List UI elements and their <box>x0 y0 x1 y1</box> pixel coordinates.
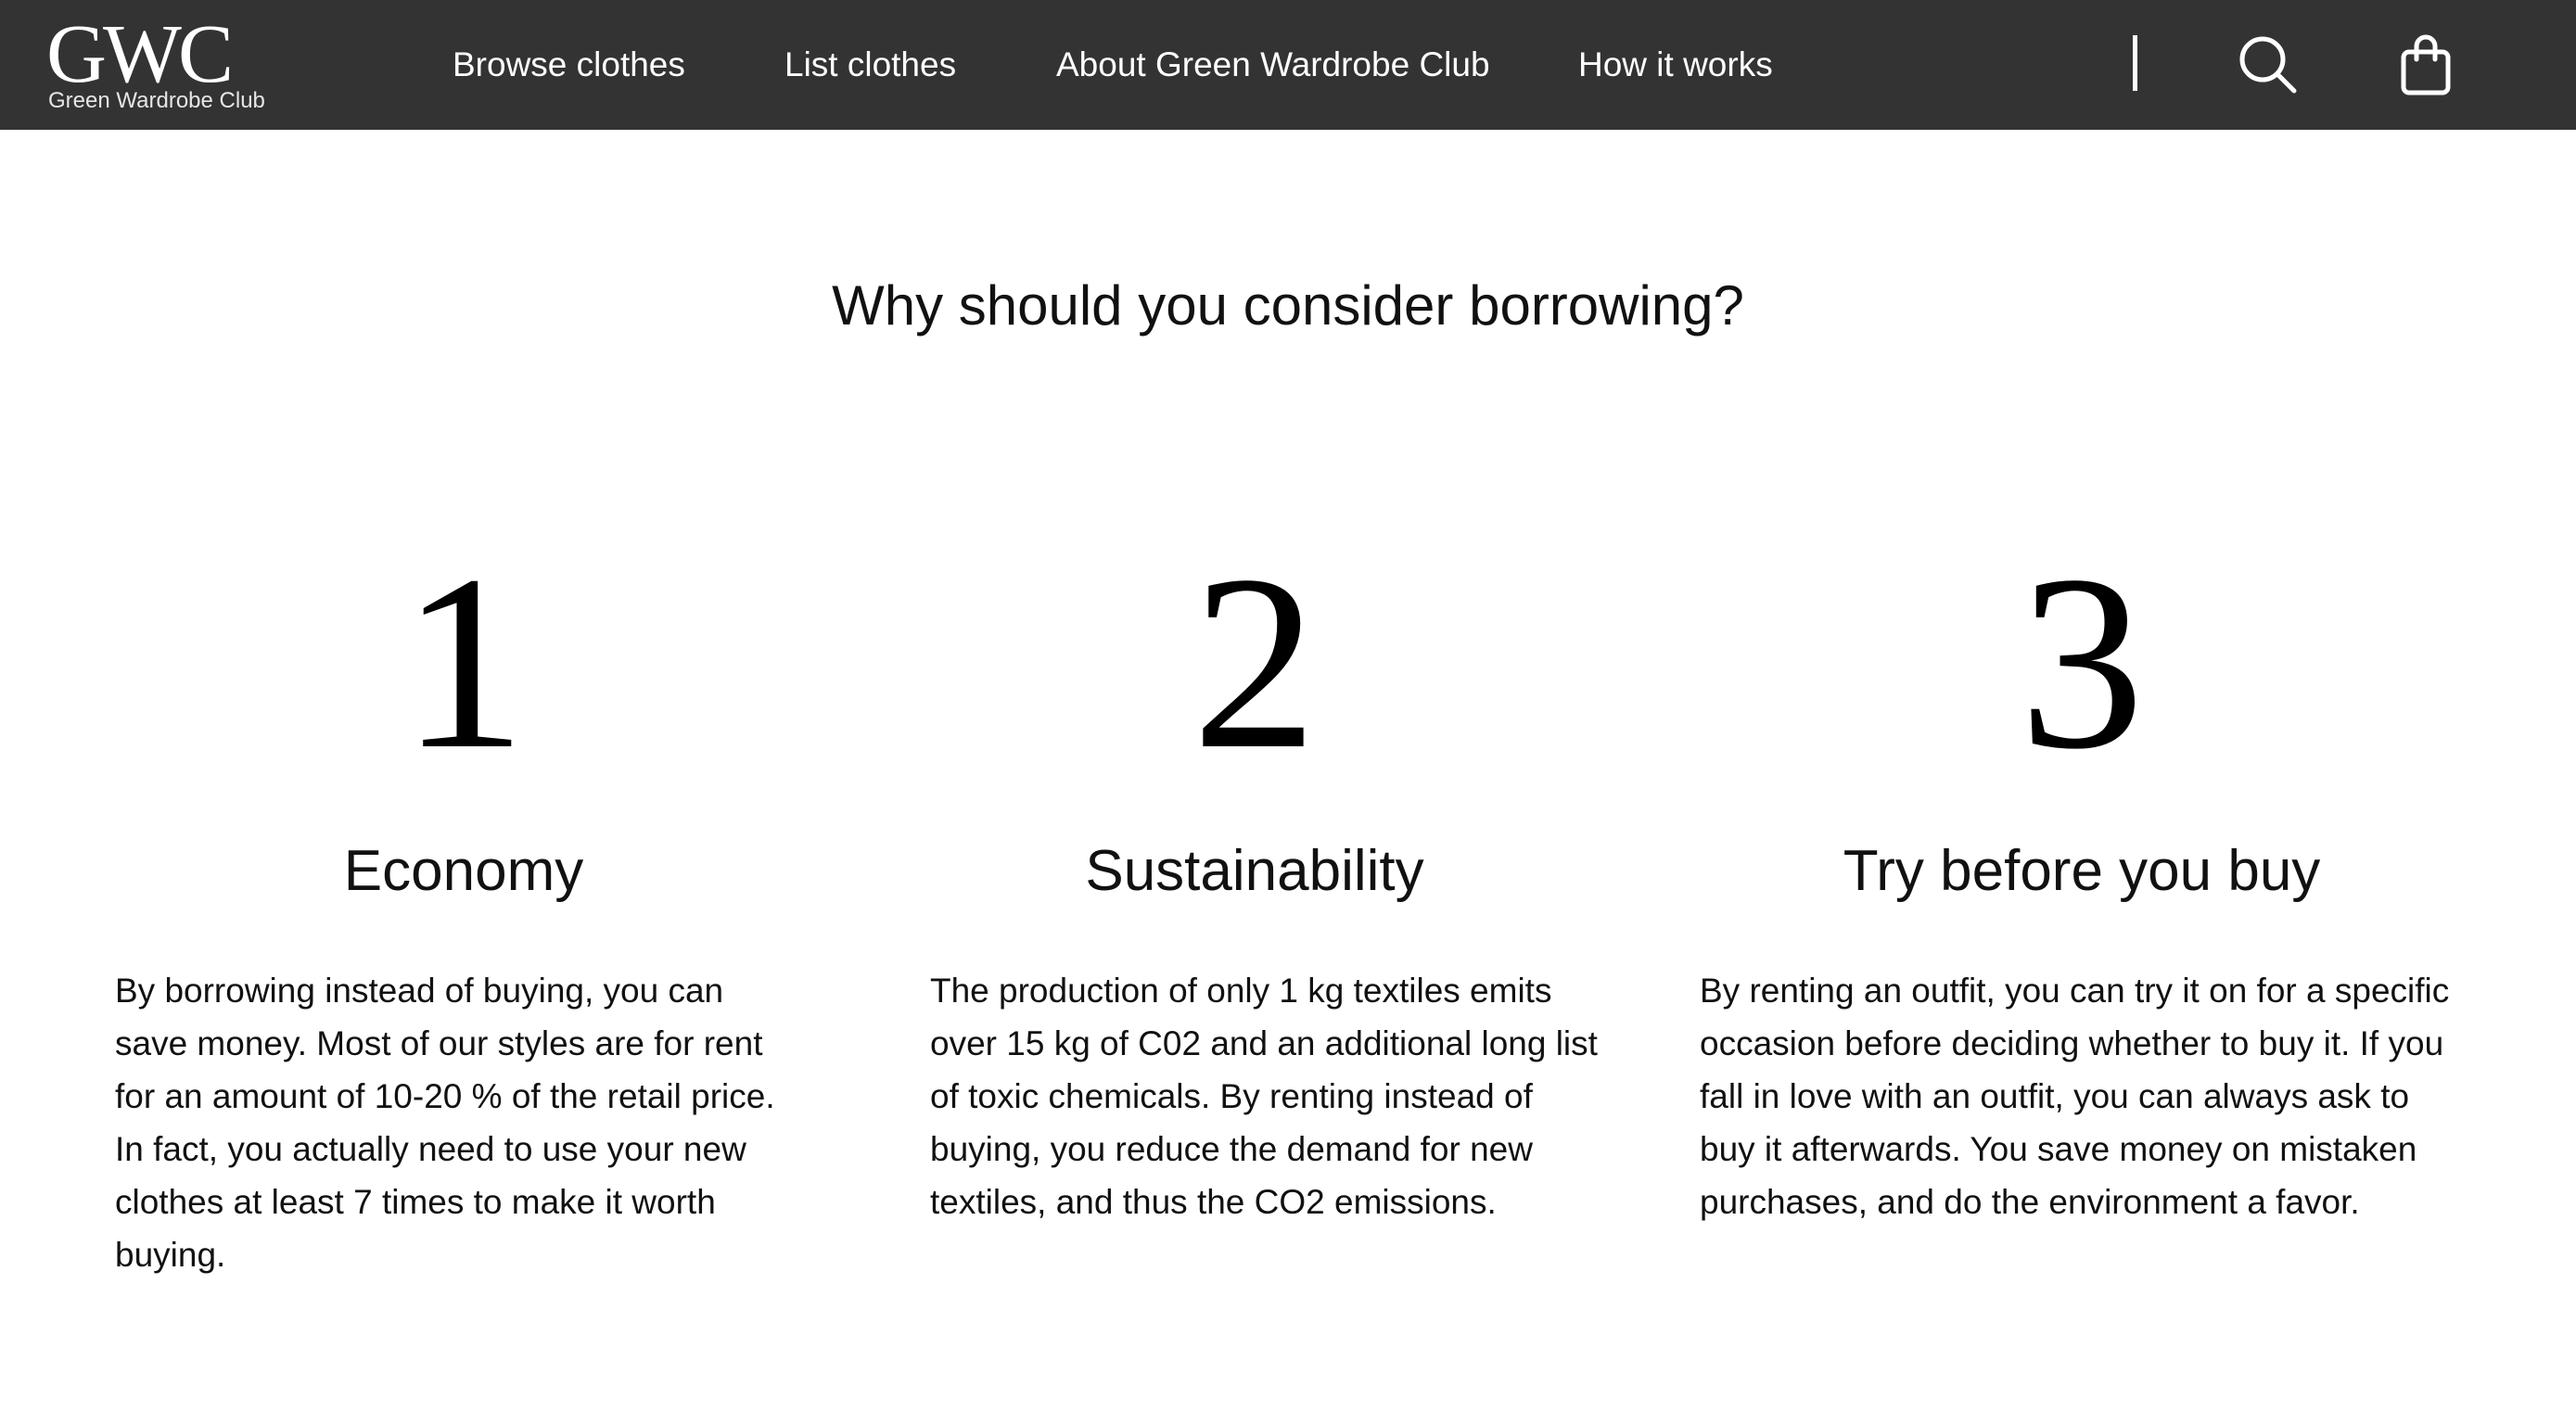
nav-how-it-works[interactable]: How it works <box>1578 41 1773 89</box>
nav-divider <box>2133 35 2137 91</box>
site-logo[interactable]: GWC Green Wardrobe Club <box>46 13 287 117</box>
logo-subtitle: Green Wardrobe Club <box>48 88 265 113</box>
shopping-bag-icon-graphic <box>2401 34 2451 95</box>
reason-body-economy: By borrowing instead of buying, you can … <box>115 972 775 1274</box>
reason-heading-economy: Economy <box>343 839 584 903</box>
nav-about[interactable]: About Green Wardrobe Club <box>1056 41 1490 89</box>
shopping-bag-icon[interactable] <box>2394 32 2461 98</box>
logo-mark: GWC <box>46 8 234 100</box>
reason-body-sustainability: The production of only 1 kg textiles emi… <box>930 972 1598 1221</box>
page-title: Why should you consider borrowing? <box>832 274 1744 337</box>
reason-number-2: 2 <box>1192 524 1318 801</box>
search-icon[interactable] <box>2235 32 2302 98</box>
nav-browse-clothes[interactable]: Browse clothes <box>453 41 685 89</box>
reason-number-1: 1 <box>401 524 527 801</box>
reason-body-try-before-you-buy: By renting an outfit, you can try it on … <box>1700 972 2450 1221</box>
reason-heading-try-before-you-buy: Try before you buy <box>1843 839 2321 903</box>
top-navigation-bar: GWC Green Wardrobe Club Browse clothes L… <box>0 0 2576 130</box>
search-icon-graphic <box>2239 36 2297 94</box>
reason-number-3: 3 <box>2019 524 2145 801</box>
reason-heading-sustainability: Sustainability <box>1085 839 1424 903</box>
nav-list-clothes[interactable]: List clothes <box>784 41 956 89</box>
